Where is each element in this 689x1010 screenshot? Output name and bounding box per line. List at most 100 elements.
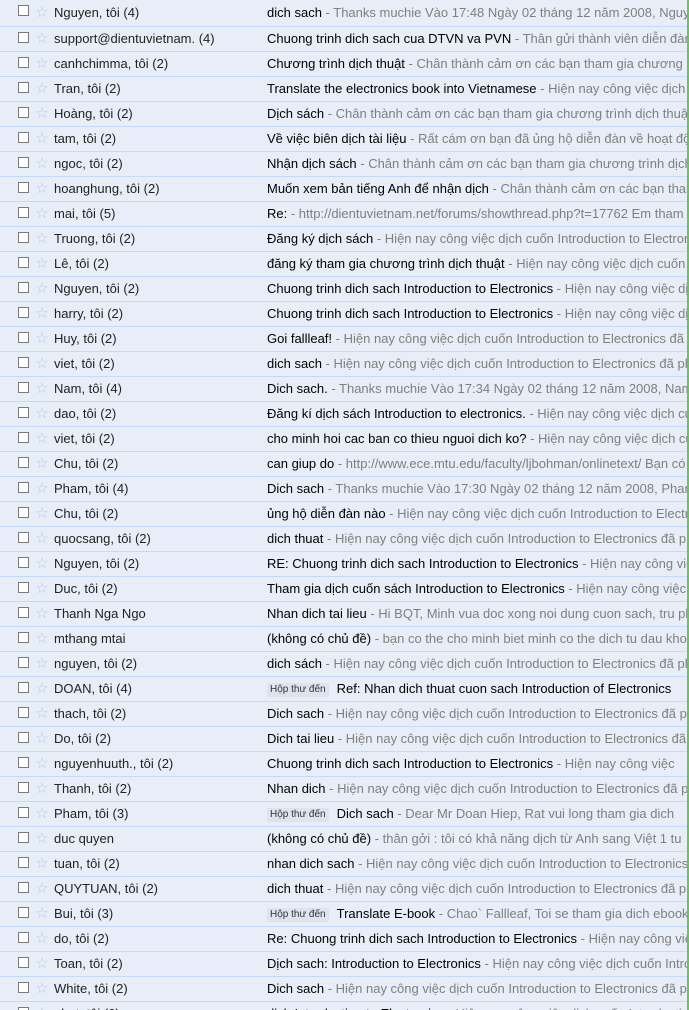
message-row[interactable]: ☆ viet, tôi (2) cho minh hoi cac ban co th… xyxy=(0,427,687,452)
message-sender[interactable]: hoanghung, tôi (2) xyxy=(54,177,259,201)
select-checkbox[interactable] xyxy=(18,257,29,268)
message-subject-line[interactable]: Hộp thư đến Translate E-book - Chao` Fall… xyxy=(267,902,687,926)
star-icon[interactable]: ☆ xyxy=(34,227,50,251)
star-icon[interactable]: ☆ xyxy=(34,452,50,476)
message-sender[interactable]: White, tôi (2) xyxy=(54,977,259,1001)
message-row[interactable]: ☆ mthang mtai (không có chủ đề) - bạn co t… xyxy=(0,627,687,652)
message-subject-line[interactable]: Đăng ký dịch sách - Hiện nay công việc d… xyxy=(267,227,687,251)
select-checkbox[interactable] xyxy=(18,557,29,568)
message-subject-line[interactable]: Dich sach - Hiện nay công việc dịch cuốn… xyxy=(267,702,687,726)
message-row[interactable]: ☆ Tran, tôi (2) Translate the electronics … xyxy=(0,77,687,102)
star-icon[interactable]: ☆ xyxy=(34,127,50,151)
message-subject-line[interactable]: Hộp thư đến Dich sach - Dear Mr Doan Hiep… xyxy=(267,802,687,826)
message-subject-line[interactable]: Dich sach. - Thanks muchie Vào 17:34 Ngà… xyxy=(267,377,687,401)
message-subject-line[interactable]: dịch Introduction to Electronics - Hiện … xyxy=(267,1002,687,1010)
message-row[interactable]: ☆ tuan, tôi (2) nhan dich sach - Hiện nay … xyxy=(0,852,687,877)
star-icon[interactable]: ☆ xyxy=(34,527,50,551)
select-checkbox[interactable] xyxy=(18,107,29,118)
message-sender[interactable]: Nguyen, tôi (4) xyxy=(54,0,259,26)
select-checkbox[interactable] xyxy=(18,482,29,493)
message-sender[interactable]: thach, tôi (2) xyxy=(54,702,259,726)
select-checkbox[interactable] xyxy=(18,982,29,993)
select-checkbox[interactable] xyxy=(18,882,29,893)
message-subject-line[interactable]: Dich sach - Hiện nay công việc dịch cuốn… xyxy=(267,977,687,1001)
select-checkbox[interactable] xyxy=(18,957,29,968)
select-checkbox[interactable] xyxy=(18,5,29,16)
message-sender[interactable]: Nam, tôi (4) xyxy=(54,377,259,401)
select-checkbox[interactable] xyxy=(18,707,29,718)
select-checkbox[interactable] xyxy=(18,682,29,693)
star-icon[interactable]: ☆ xyxy=(34,677,50,701)
message-subject-line[interactable]: Translate the electronics book into Viet… xyxy=(267,77,687,101)
star-icon[interactable]: ☆ xyxy=(34,427,50,451)
message-row[interactable]: ☆ Truong, tôi (2) Đăng ký dịch sách - Hiện… xyxy=(0,227,687,252)
message-row[interactable]: ☆ Lê, tôi (2) đăng ký tham gia chương trìn… xyxy=(0,252,687,277)
message-sender[interactable]: Hoàng, tôi (2) xyxy=(54,102,259,126)
select-checkbox[interactable] xyxy=(18,732,29,743)
message-row[interactable]: ☆ viet, tôi (2) dich sach - Hiện nay công … xyxy=(0,352,687,377)
message-subject-line[interactable]: dich thuat - Hiện nay công việc dịch cuố… xyxy=(267,877,687,901)
message-sender[interactable]: Chu, tôi (2) xyxy=(54,502,259,526)
message-subject-line[interactable]: Chuong trinh dich sach Introduction to E… xyxy=(267,302,687,326)
star-icon[interactable]: ☆ xyxy=(34,152,50,176)
message-row[interactable]: ☆ Huy, tôi (2) Goi fallleaf! - Hiện nay cô… xyxy=(0,327,687,352)
message-subject-line[interactable]: Muốn xem bản tiếng Anh để nhận dịch - Ch… xyxy=(267,177,687,201)
message-subject-line[interactable]: Hộp thư đến Ref: Nhan dich thuat cuon sac… xyxy=(267,677,687,701)
message-subject-line[interactable]: Re: Chuong trinh dich sach Introduction … xyxy=(267,927,687,951)
message-sender[interactable]: Pham, tôi (4) xyxy=(54,477,259,501)
message-sender[interactable]: Duc, tôi (2) xyxy=(54,577,259,601)
message-sender[interactable]: nhut, tôi (2) xyxy=(54,1002,259,1010)
message-sender[interactable]: QUYTUAN, tôi (2) xyxy=(54,877,259,901)
star-icon[interactable]: ☆ xyxy=(34,27,50,51)
star-icon[interactable]: ☆ xyxy=(34,777,50,801)
message-sender[interactable]: Nguyen, tôi (2) xyxy=(54,552,259,576)
message-row[interactable]: ☆ Chu, tôi (2) can giup do - http://www.ec… xyxy=(0,452,687,477)
message-row[interactable]: ☆ QUYTUAN, tôi (2) dich thuat - Hiện nay c… xyxy=(0,877,687,902)
message-subject-line[interactable]: cho minh hoi cac ban co thieu nguoi dich… xyxy=(267,427,687,451)
message-subject-line[interactable]: Chuong trinh dich sach Introduction to E… xyxy=(267,277,687,301)
message-sender[interactable]: ngoc, tôi (2) xyxy=(54,152,259,176)
message-subject-line[interactable]: Dịch sách - Chân thành cảm ơn các bạn th… xyxy=(267,102,687,126)
star-icon[interactable]: ☆ xyxy=(34,877,50,901)
message-subject-line[interactable]: (không có chủ đề) - thân gởi : tôi có kh… xyxy=(267,827,687,851)
message-row[interactable]: ☆ nguyen, tôi (2) dich sách - Hiện nay côn… xyxy=(0,652,687,677)
message-subject-line[interactable]: dich sách - Hiện nay công việc dịch cuốn… xyxy=(267,652,687,676)
message-sender[interactable]: DOAN, tôi (4) xyxy=(54,677,259,701)
star-icon[interactable]: ☆ xyxy=(34,727,50,751)
star-icon[interactable]: ☆ xyxy=(34,202,50,226)
select-checkbox[interactable] xyxy=(18,907,29,918)
star-icon[interactable]: ☆ xyxy=(34,77,50,101)
select-checkbox[interactable] xyxy=(18,357,29,368)
message-row[interactable]: ☆ Toan, tôi (2) Dịch sach: Introduction to… xyxy=(0,952,687,977)
message-subject-line[interactable]: Chương trình dịch thuật - Chân thành cảm… xyxy=(267,52,687,76)
message-sender[interactable]: do, tôi (2) xyxy=(54,927,259,951)
message-subject-line[interactable]: Chuong trinh dich sach cua DTVN va PVN -… xyxy=(267,27,687,51)
message-subject-line[interactable]: Dich tai lieu - Hiện nay công việc dịch … xyxy=(267,727,687,751)
message-row[interactable]: ☆ nguyenhuuth., tôi (2) Chuong trinh dich … xyxy=(0,752,687,777)
select-checkbox[interactable] xyxy=(18,582,29,593)
select-checkbox[interactable] xyxy=(18,657,29,668)
message-row[interactable]: ☆ DOAN, tôi (4) Hộp thư đến Ref: Nhan dich … xyxy=(0,677,687,702)
message-subject-line[interactable]: đăng ký tham gia chương trình dịch thuật… xyxy=(267,252,687,276)
message-sender[interactable]: dao, tôi (2) xyxy=(54,402,259,426)
star-icon[interactable]: ☆ xyxy=(34,602,50,626)
message-subject-line[interactable]: ủng hộ diễn đàn nào - Hiện nay công việc… xyxy=(267,502,687,526)
select-checkbox[interactable] xyxy=(18,757,29,768)
select-checkbox[interactable] xyxy=(18,332,29,343)
message-sender[interactable]: Bui, tôi (3) xyxy=(54,902,259,926)
select-checkbox[interactable] xyxy=(18,532,29,543)
star-icon[interactable]: ☆ xyxy=(34,902,50,926)
select-checkbox[interactable] xyxy=(18,457,29,468)
message-sender[interactable]: tam, tôi (2) xyxy=(54,127,259,151)
select-checkbox[interactable] xyxy=(18,832,29,843)
message-sender[interactable]: support@dientuvietnam. (4) xyxy=(54,27,259,51)
select-checkbox[interactable] xyxy=(18,82,29,93)
message-row[interactable]: ☆ hoanghung, tôi (2) Muốn xem bản tiếng An… xyxy=(0,177,687,202)
select-checkbox[interactable] xyxy=(18,507,29,518)
message-row[interactable]: ☆ Pham, tôi (3) Hộp thư đến Dich sach - Dea… xyxy=(0,802,687,827)
message-sender[interactable]: mai, tôi (5) xyxy=(54,202,259,226)
message-row[interactable]: ☆ mai, tôi (5) Re: - http://dientuvietnam.… xyxy=(0,202,687,227)
select-checkbox[interactable] xyxy=(18,932,29,943)
message-subject-line[interactable]: Chuong trinh dich sach Introduction to E… xyxy=(267,752,687,776)
message-subject-line[interactable]: Nhận dịch sách - Chân thành cảm ơn các b… xyxy=(267,152,687,176)
